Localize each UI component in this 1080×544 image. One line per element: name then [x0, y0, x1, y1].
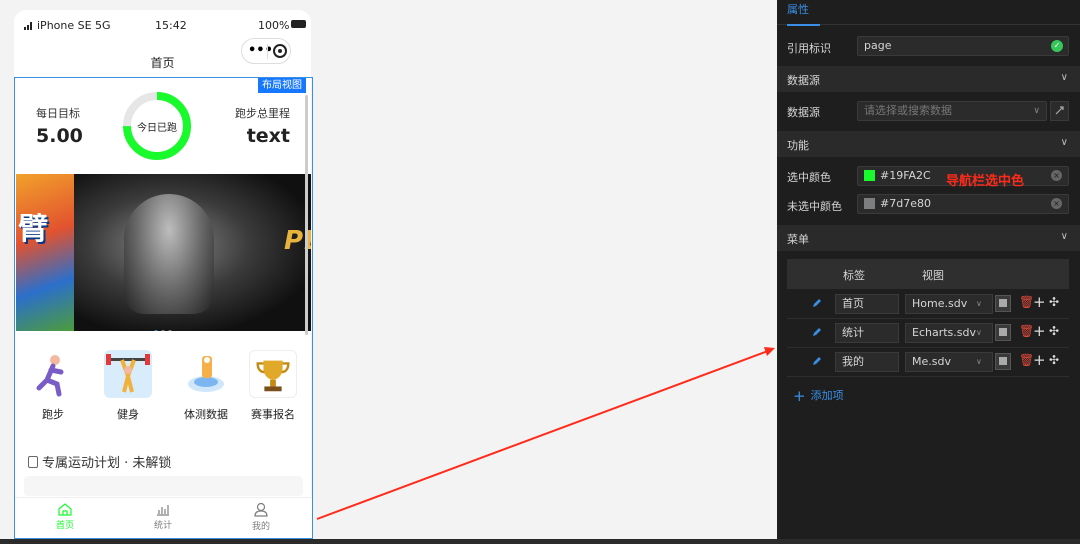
plus-icon: +	[793, 387, 806, 405]
link-datasource-button[interactable]	[1050, 101, 1069, 121]
add-icon[interactable]: +	[1033, 295, 1046, 310]
datasource-select[interactable]: 请选择或搜索数据 ∨	[857, 101, 1047, 121]
tab-properties[interactable]: 属性	[787, 1, 820, 26]
delete-icon[interactable]: 🗑	[1019, 353, 1034, 367]
unselected-color-swatch[interactable]	[864, 198, 875, 209]
menu-row: 首页 Home.sdv ∨ 🗑 + ✣	[787, 290, 1069, 319]
menu-label-input[interactable]: 首页	[835, 294, 899, 314]
panel-tab-header: 属性	[777, 0, 1080, 26]
check-icon: ✓	[1051, 40, 1063, 52]
unselected-color-label: 未选中颜色	[787, 200, 842, 213]
ref-id-value: page	[864, 39, 892, 52]
chevron-down-icon: ∨	[976, 328, 982, 337]
chevron-down-icon: ∨	[976, 299, 982, 308]
section-function-title: 功能	[787, 139, 809, 152]
drag-icon[interactable]: ✣	[1049, 295, 1059, 309]
menu-col-label: 标签	[843, 269, 865, 282]
selected-color-swatch[interactable]	[864, 170, 875, 181]
ref-id-label: 引用标识	[787, 42, 831, 55]
section-function[interactable]: 功能 ∨	[777, 131, 1080, 157]
edit-icon[interactable]	[811, 326, 823, 338]
chevron-down-icon: ∨	[1033, 106, 1040, 116]
menu-view-value: Echarts.sdv	[912, 326, 976, 339]
edit-icon[interactable]	[811, 297, 823, 309]
datasource-label: 数据源	[787, 106, 820, 119]
menu-label-input[interactable]: 统计	[835, 323, 899, 343]
menu-view-select[interactable]: Home.sdv ∨	[905, 294, 993, 314]
section-menu-title: 菜单	[787, 233, 809, 246]
selected-color-label: 选中颜色	[787, 171, 831, 184]
menu-label-input[interactable]: 我的	[835, 352, 899, 372]
menu-row: 我的 Me.sdv ∨ 🗑 + ✣	[787, 348, 1069, 377]
menu-view-select[interactable]: Echarts.sdv ∨	[905, 323, 993, 343]
drag-icon[interactable]: ✣	[1049, 324, 1059, 338]
menu-view-select[interactable]: Me.sdv ∨	[905, 352, 993, 372]
menu-view-value: Me.sdv	[912, 355, 951, 368]
clear-icon[interactable]: ×	[1051, 170, 1062, 181]
clear-icon[interactable]: ×	[1051, 198, 1062, 209]
chevron-down-icon: ∨	[1060, 137, 1068, 148]
delete-icon[interactable]: 🗑	[1019, 324, 1034, 338]
link-icon	[1055, 106, 1064, 115]
selected-color-value: #19FA2C	[880, 169, 931, 182]
add-item-label: 添加项	[810, 389, 844, 402]
drag-icon[interactable]: ✣	[1049, 353, 1059, 367]
datasource-placeholder: 请选择或搜索数据	[864, 104, 952, 117]
add-icon[interactable]: +	[1033, 353, 1046, 368]
section-menu[interactable]: 菜单 ∨	[777, 225, 1080, 251]
section-datasource[interactable]: 数据源 ∨	[777, 66, 1080, 92]
view-picker-button[interactable]	[995, 295, 1011, 312]
bottom-strip	[0, 539, 1080, 544]
unselected-color-value: #7d7e80	[880, 197, 931, 210]
menu-col-view: 视图	[922, 269, 944, 282]
menu-table-header: 标签 视图	[787, 259, 1069, 289]
view-picker-button[interactable]	[995, 353, 1011, 370]
view-picker-button[interactable]	[995, 324, 1011, 341]
unselected-color-input[interactable]: #7d7e80 ×	[857, 194, 1069, 214]
ref-id-input[interactable]: page ✓	[857, 36, 1069, 56]
chevron-down-icon: ∨	[1060, 231, 1068, 242]
edit-icon[interactable]	[811, 355, 823, 367]
chevron-down-icon: ∨	[1060, 72, 1068, 83]
add-icon[interactable]: +	[1033, 324, 1046, 339]
section-datasource-title: 数据源	[787, 74, 820, 87]
delete-icon[interactable]: 🗑	[1019, 295, 1034, 309]
chevron-down-icon: ∨	[976, 357, 982, 366]
menu-row: 统计 Echarts.sdv ∨ 🗑 + ✣	[787, 319, 1069, 348]
add-item-button[interactable]: + 添加项	[793, 387, 844, 405]
annotation-note: 导航栏选中色	[946, 174, 1025, 189]
menu-view-value: Home.sdv	[912, 297, 968, 310]
